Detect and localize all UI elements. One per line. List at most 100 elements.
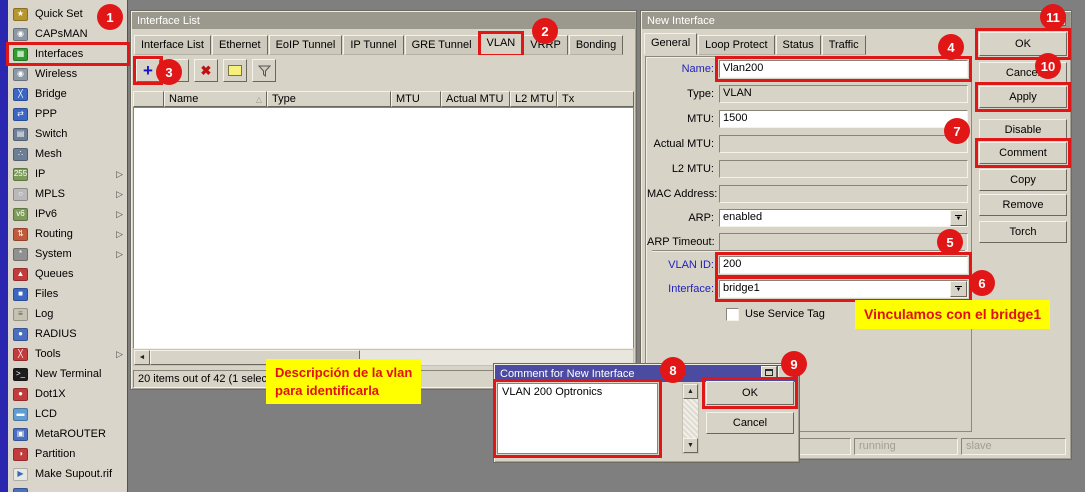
sidebar-item-mpls[interactable]: ○ MPLS ▷ <box>8 184 128 204</box>
tab-status[interactable]: Status <box>776 35 821 55</box>
comment-button[interactable] <box>223 59 247 82</box>
sidebar-item-mesh[interactable]: ∴ Mesh <box>8 144 128 164</box>
interface-table-body <box>133 107 634 349</box>
sidebar-item-ip[interactable]: 255 IP ▷ <box>8 164 128 184</box>
sidebar-item-metarouter[interactable]: ▣ MetaROUTER <box>8 424 128 444</box>
rollup-button[interactable] <box>761 366 777 379</box>
sidebar: ★ Quick Set ◉ CAPsMAN ▦ Interfaces ◉ Wir… <box>0 0 128 492</box>
annotation-badge-10: 10 <box>1035 53 1061 79</box>
ipv6-icon: v6 <box>13 208 28 221</box>
filter-button[interactable] <box>252 59 276 82</box>
tab-interface-list[interactable]: Interface List <box>134 35 211 55</box>
column-header-selector[interactable] <box>133 91 164 107</box>
sidebar-item-log[interactable]: ≡ Log <box>8 304 128 324</box>
annotation-note-bridge1: Vinculamos con el bridge1 <box>855 300 1050 329</box>
use-service-tag-checkbox[interactable] <box>726 308 739 321</box>
disable-button[interactable]: ✖ <box>194 59 218 82</box>
wireless-icon: ◉ <box>13 68 28 81</box>
submenu-arrow-icon: ▷ <box>116 250 123 259</box>
sidebar-item-files[interactable]: ■ Files <box>8 284 128 304</box>
scroll-left-icon[interactable]: ◄ <box>134 350 150 365</box>
sidebar-item-new-terminal[interactable]: >_ New Terminal <box>8 364 128 384</box>
column-header[interactable]: Tx <box>557 91 634 107</box>
submenu-arrow-icon: ▷ <box>116 230 123 239</box>
dot1x-icon: ● <box>13 388 28 401</box>
sidebar-item-ipv6[interactable]: v6 IPv6 ▷ <box>8 204 128 224</box>
sidebar-item-bridge[interactable]: ╳ Bridge <box>8 84 128 104</box>
arp-dropdown[interactable]: enabled ▼ <box>719 209 968 227</box>
annotation-badge-4: 4 <box>938 34 964 60</box>
tab-gre-tunnel[interactable]: GRE Tunnel <box>405 35 479 55</box>
interface-list-titlebar[interactable]: Interface List <box>132 12 635 29</box>
column-header[interactable]: Type <box>267 91 391 107</box>
sidebar-item-label: Dot1X <box>35 388 66 400</box>
sidebar-item-queues[interactable]: ▲ Queues <box>8 264 128 284</box>
torch-button[interactable]: Torch <box>979 221 1067 243</box>
tab-bonding[interactable]: Bonding <box>569 35 623 55</box>
submenu-arrow-icon: ▷ <box>116 210 123 219</box>
sidebar-item-label: Quick Set <box>35 8 83 20</box>
sidebar-item-dot1x[interactable]: ● Dot1X <box>8 384 128 404</box>
arp-timeout-field <box>719 233 968 251</box>
scroll-down-icon[interactable]: ▼ <box>683 438 698 453</box>
comment-textarea[interactable]: VLAN 200 Optronics <box>497 383 658 454</box>
comment-cancel-button[interactable]: Cancel <box>706 412 794 434</box>
sidebar-item-interfaces[interactable]: ▦ Interfaces <box>8 44 128 64</box>
mac-address-label: MAC Address: <box>647 188 719 200</box>
sidebar-item-switch[interactable]: ▤ Switch <box>8 124 128 144</box>
tab-eoip-tunnel[interactable]: EoIP Tunnel <box>269 35 343 55</box>
name-field[interactable]: Vlan200 <box>719 60 968 78</box>
tab-vlan[interactable]: VLAN <box>480 33 523 55</box>
sidebar-item-system[interactable]: * System ▷ <box>8 244 128 264</box>
supout-icon: ▶ <box>13 468 28 481</box>
sidebar-item-radius[interactable]: ● RADIUS <box>8 324 128 344</box>
sidebar-item-partial[interactable]: ● <box>8 484 128 492</box>
ok-button[interactable]: OK <box>979 32 1067 56</box>
comment-dialog-titlebar[interactable]: Comment for New Interface <box>495 365 798 382</box>
annotation-badge-11: 11 <box>1040 4 1066 30</box>
terminal-icon: >_ <box>13 368 28 381</box>
type-field: VLAN <box>719 85 968 103</box>
sidebar-item-lcd[interactable]: ▬ LCD <box>8 404 128 424</box>
mtu-label: MTU: <box>647 113 719 125</box>
apply-button[interactable]: Apply <box>979 86 1067 108</box>
sidebar-item-wireless[interactable]: ◉ Wireless <box>8 64 128 84</box>
disable-button[interactable]: Disable <box>979 119 1067 141</box>
sidebar-item-routing[interactable]: ⇅ Routing ▷ <box>8 224 128 244</box>
column-header[interactable]: Actual MTU <box>441 91 510 107</box>
vertical-scrollbar[interactable]: ▲ ▼ <box>682 383 699 454</box>
sidebar-item-make-supout[interactable]: ▶ Make Supout.rif <box>8 464 128 484</box>
sidebar-item-tools[interactable]: ╳ Tools ▷ <box>8 344 128 364</box>
app-icon: ● <box>13 488 28 492</box>
tools-icon: ╳ <box>13 348 28 361</box>
tab-traffic[interactable]: Traffic <box>822 35 866 55</box>
column-header[interactable]: MTU <box>391 91 441 107</box>
new-interface-titlebar[interactable]: New Interface <box>642 12 1070 29</box>
column-header[interactable]: Name <box>164 91 267 107</box>
sidebar-item-partition[interactable]: ◑ Partition <box>8 444 128 464</box>
dropdown-button[interactable]: ▼ <box>950 210 967 226</box>
submenu-arrow-icon: ▷ <box>116 170 123 179</box>
interface-dropdown[interactable]: bridge1 ▼ <box>719 280 968 298</box>
copy-button[interactable]: Copy <box>979 169 1067 191</box>
sidebar-item-ppp[interactable]: ⇄ PPP <box>8 104 128 124</box>
column-header[interactable]: L2 MTU <box>510 91 557 107</box>
tab-general[interactable]: General <box>644 33 697 55</box>
remove-button[interactable]: Remove <box>979 194 1067 216</box>
dropdown-button[interactable]: ▼ <box>950 281 967 297</box>
comment-button[interactable]: Comment <box>979 142 1067 164</box>
sidebar-item-label: IPv6 <box>35 208 57 220</box>
plus-icon: + <box>143 66 153 76</box>
comment-ok-button[interactable]: OK <box>706 381 794 405</box>
tab-ip-tunnel[interactable]: IP Tunnel <box>343 35 403 55</box>
mtu-field[interactable]: 1500 <box>719 110 968 128</box>
l2-mtu-label: L2 MTU: <box>647 163 719 175</box>
sidebar-item-label: CAPsMAN <box>35 28 88 40</box>
tab-ethernet[interactable]: Ethernet <box>212 35 268 55</box>
scroll-up-icon[interactable]: ▲ <box>683 384 698 399</box>
sidebar-item-label: LCD <box>35 408 57 420</box>
vlan-id-field[interactable]: 200 <box>719 256 968 274</box>
tab-loop-protect[interactable]: Loop Protect <box>698 35 774 55</box>
lcd-icon: ▬ <box>13 408 28 421</box>
mpls-icon: ○ <box>13 188 28 201</box>
